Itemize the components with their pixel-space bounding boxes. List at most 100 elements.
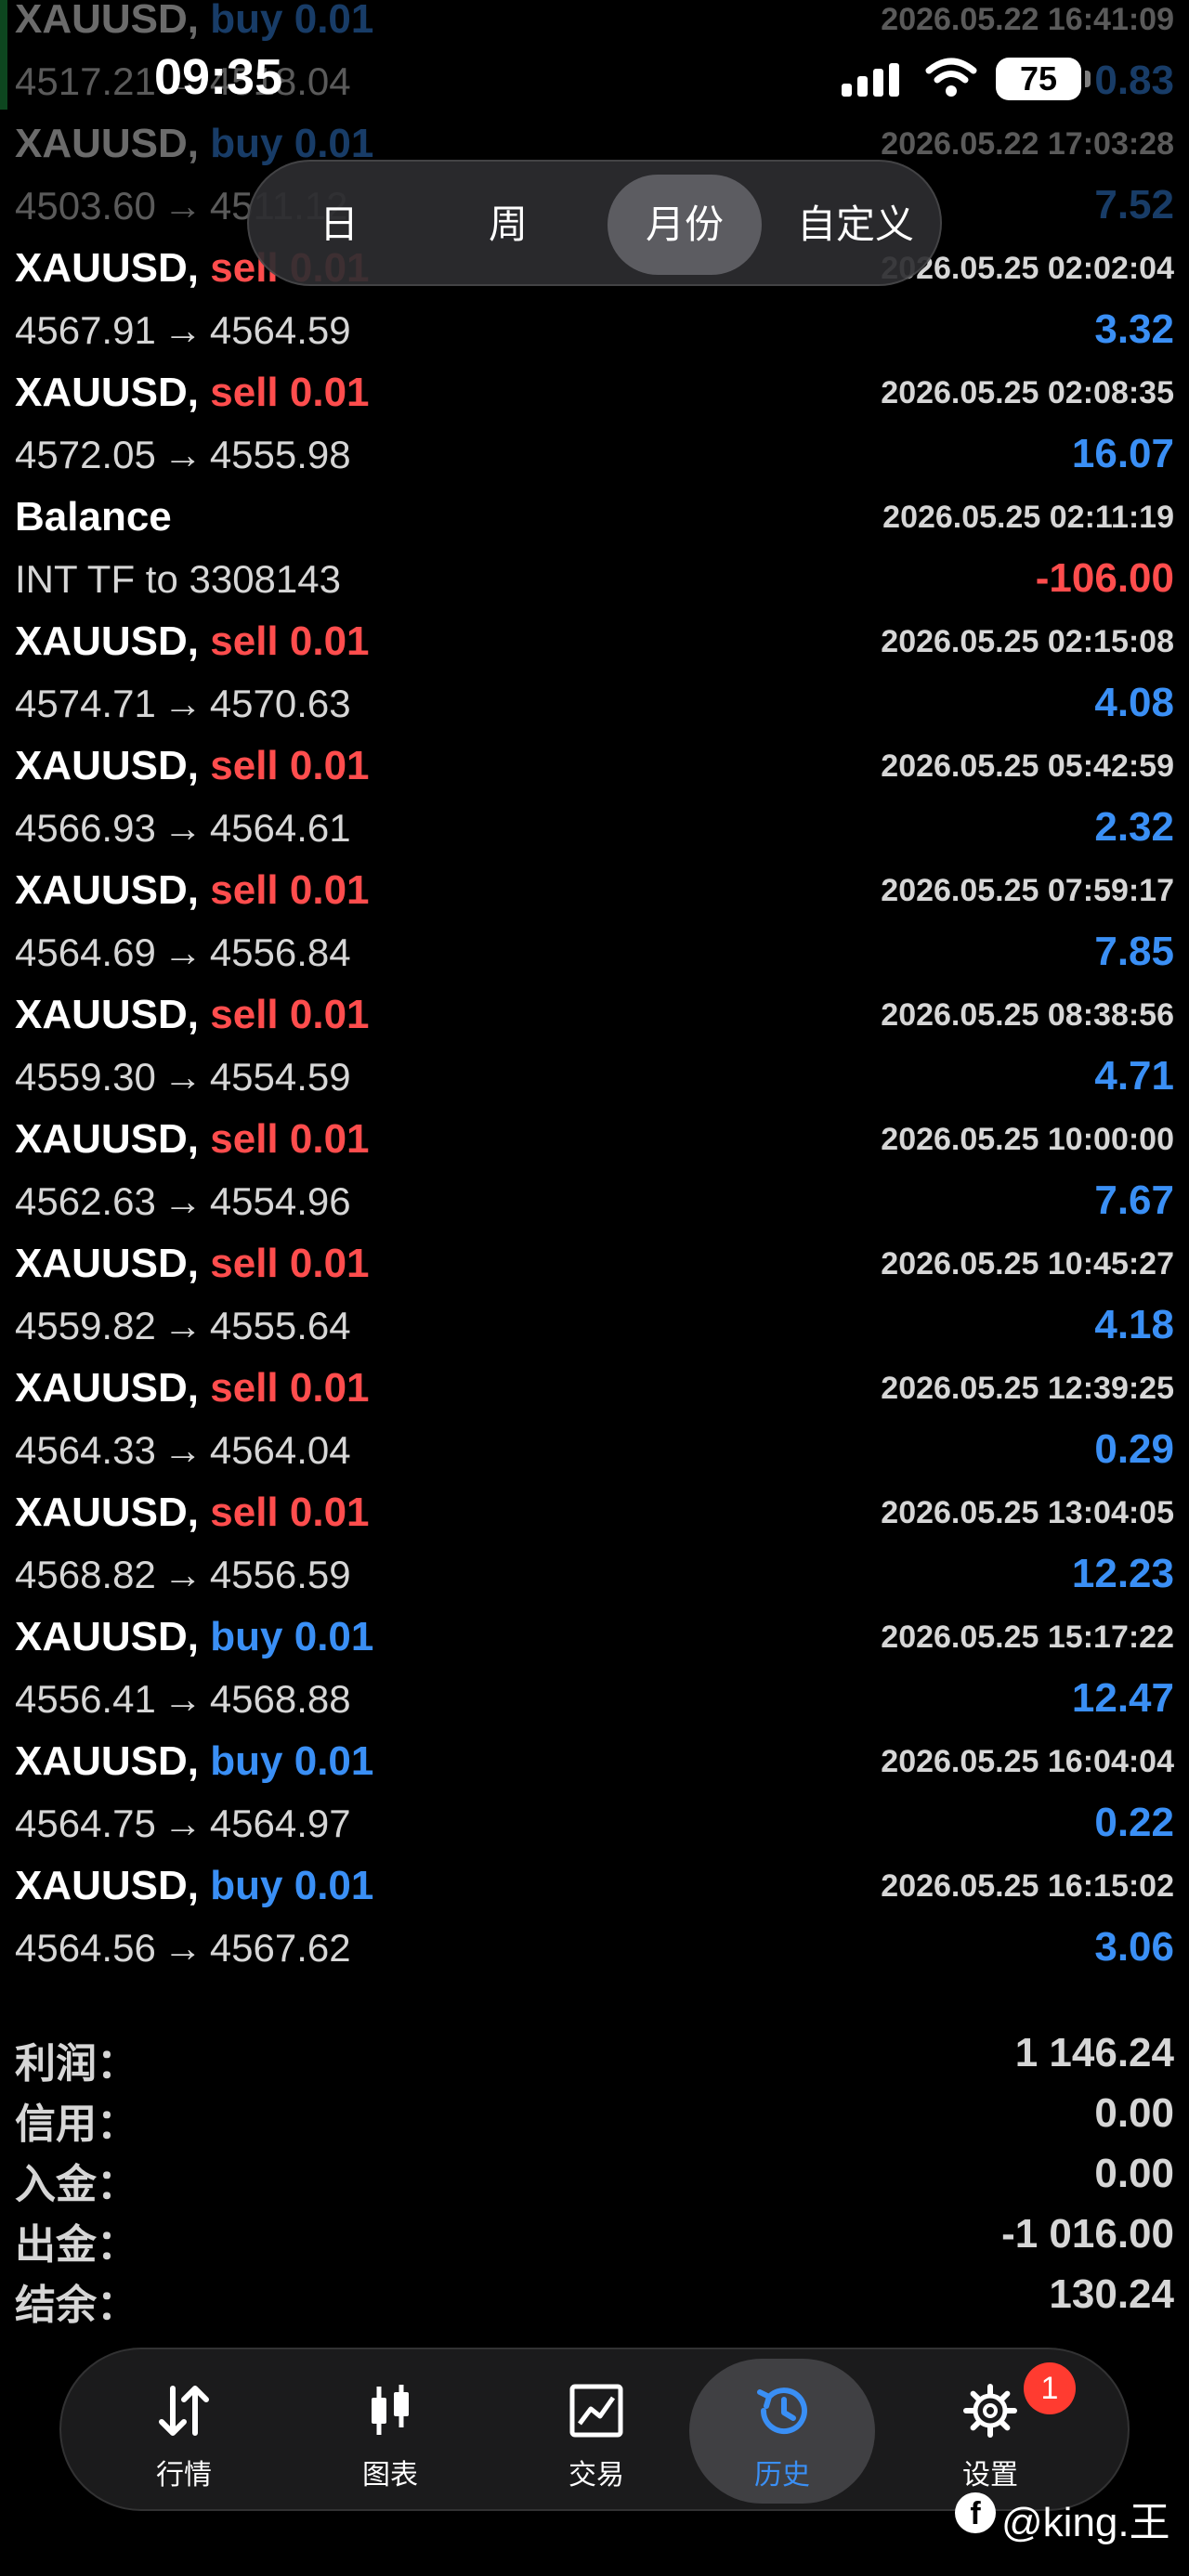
deal-side: sell <box>210 618 279 664</box>
deal-side: buy <box>210 1614 283 1659</box>
deal-row[interactable]: XAUUSD, sell 0.01 2026.05.25 05:42:59 4566… <box>0 732 1189 856</box>
deal-lot: 0.01 <box>294 1863 374 1908</box>
deal-title: XAUUSD, sell 0.01 <box>15 1241 370 1287</box>
tab-day[interactable]: 日 <box>262 175 416 275</box>
deal-symbol: XAUUSD, <box>15 370 200 415</box>
deal-prices: 4564.75 → 4564.97 <box>15 1802 351 1846</box>
deal-close-price: 4564.97 <box>209 1802 351 1845</box>
summary-balance-value: 130.24 <box>1049 2271 1174 2317</box>
deal-lot: 0.01 <box>289 743 370 788</box>
arrow-right-icon: → <box>163 806 203 850</box>
deal-profit: 7.85 <box>1094 929 1174 974</box>
quotes-arrows-icon <box>159 2386 209 2436</box>
deal-symbol: XAUUSD, <box>15 618 200 664</box>
deal-row[interactable]: XAUUSD, sell 0.01 2026.05.25 12:39:25 4564… <box>0 1354 1189 1478</box>
wifi-icon <box>925 58 977 103</box>
nav-quotes[interactable]: 行情 <box>91 2359 277 2504</box>
nav-chart-label: 图表 <box>362 2460 418 2491</box>
deal-title: XAUUSD, sell 0.01 <box>15 992 370 1038</box>
bottom-tab-bar: 行情 图表 交易 历史 设置 <box>59 2348 1130 2511</box>
deal-profit: 7.52 <box>1094 182 1174 228</box>
deal-time: 2026.05.25 05:42:59 <box>881 748 1174 784</box>
deal-prices: 4564.56 → 4567.62 <box>15 1926 351 1971</box>
deal-row[interactable]: XAUUSD, buy 0.01 2026.05.25 15:17:22 4556.… <box>0 1603 1189 1727</box>
deal-row[interactable]: XAUUSD, sell 0.01 2026.05.25 02:15:08 4574… <box>0 607 1189 732</box>
deal-row[interactable]: XAUUSD, buy 0.01 2026.05.25 16:15:02 4564.… <box>0 1852 1189 1976</box>
deal-symbol: XAUUSD, <box>15 1738 200 1784</box>
deal-row[interactable]: XAUUSD, buy 0.01 2026.05.25 16:04:04 4564.… <box>0 1727 1189 1852</box>
deal-open-price: 4559.82 <box>15 1304 156 1347</box>
deal-title: XAUUSD, buy 0.01 <box>15 1863 373 1909</box>
balance-row[interactable]: Balance 2026.05.25 02:11:19 INT TF to 3308… <box>0 483 1189 607</box>
deal-time: 2026.05.25 07:59:17 <box>881 873 1174 908</box>
arrow-right-icon: → <box>163 682 203 725</box>
nav-history[interactable]: 历史 <box>689 2359 875 2504</box>
tab-custom[interactable]: 自定义 <box>777 175 934 275</box>
summary-profit-row: 利润： 1 146.24 <box>0 2024 1189 2087</box>
deal-open-price: 4567.91 <box>15 308 156 352</box>
deal-symbol: XAUUSD, <box>15 743 200 788</box>
deal-close-price: 4564.59 <box>209 308 351 352</box>
deal-row[interactable]: XAUUSD, sell 0.01 2026.05.25 10:45:27 4559… <box>0 1229 1189 1354</box>
arrow-right-icon: → <box>163 1428 203 1472</box>
summary-profit-value: 1 146.24 <box>1014 2030 1174 2075</box>
deal-close-price: 4554.59 <box>209 1055 351 1099</box>
deal-time: 2026.05.25 15:17:22 <box>881 1620 1174 1655</box>
deal-side: sell <box>210 1241 279 1286</box>
deal-row[interactable]: XAUUSD, sell 0.01 2026.05.25 10:00:00 4562… <box>0 1105 1189 1229</box>
deal-close-price: 4554.96 <box>209 1179 351 1223</box>
nav-settings-label: 设置 <box>962 2460 1018 2491</box>
deal-profit: 7.67 <box>1094 1177 1174 1223</box>
arrow-right-icon: → <box>163 308 203 352</box>
deal-open-price: 4559.30 <box>15 1055 156 1099</box>
period-segmented-control: 日 周 月份 自定义 <box>247 160 942 286</box>
deal-list[interactable]: XAUUSD, buy 0.01 2026.05.22 16:41:09 4517.… <box>0 0 1189 1976</box>
deal-time: 2026.05.25 16:15:02 <box>881 1868 1174 1904</box>
deal-open-price: 4572.05 <box>15 433 156 476</box>
deal-open-price: 4568.82 <box>15 1553 156 1596</box>
deal-profit: 4.18 <box>1094 1302 1174 1347</box>
deal-lot: 0.01 <box>289 1241 370 1286</box>
deal-close-price: 4568.88 <box>209 1677 351 1721</box>
arrow-right-icon: → <box>163 1304 203 1347</box>
deal-time: 2026.05.25 13:04:05 <box>881 1495 1174 1530</box>
deal-row[interactable]: XAUUSD, sell 0.01 2026.05.25 08:38:56 4559… <box>0 981 1189 1105</box>
tab-month[interactable]: 月份 <box>608 175 762 275</box>
nav-trade[interactable]: 交易 <box>503 2359 689 2504</box>
arrow-right-icon: → <box>163 1055 203 1099</box>
deal-row[interactable]: XAUUSD, sell 0.01 2026.05.25 13:04:05 4568… <box>0 1478 1189 1603</box>
arrow-right-icon: → <box>163 1179 203 1223</box>
history-clock-icon <box>757 2387 807 2435</box>
deal-title: XAUUSD, sell 0.01 <box>15 370 370 416</box>
deal-close-price: 4564.04 <box>209 1428 351 1472</box>
deal-close-price: 4556.84 <box>209 930 351 974</box>
deal-title: XAUUSD, buy 0.01 <box>15 1738 373 1785</box>
candlestick-icon <box>372 2385 409 2435</box>
nav-quotes-label: 行情 <box>156 2460 212 2491</box>
nav-chart[interactable]: 图表 <box>297 2359 483 2504</box>
deal-close-price: 4567.62 <box>209 1926 351 1970</box>
history-summary: 利润： 1 146.24 信用： 0.00 入金： 0.00 出金： -1 01… <box>0 2024 1189 2328</box>
deal-open-price: 4564.33 <box>15 1428 156 1472</box>
deal-prices: 4566.93 → 4564.61 <box>15 806 351 851</box>
deal-side: sell <box>210 743 279 788</box>
deal-title: XAUUSD, sell 0.01 <box>15 867 370 914</box>
deal-profit: -106.00 <box>1035 555 1174 601</box>
deal-side: sell <box>210 867 279 913</box>
deal-prices: 4559.30 → 4554.59 <box>15 1055 351 1099</box>
arrow-right-icon: → <box>163 1553 203 1596</box>
deal-open-price: 4564.56 <box>15 1926 156 1970</box>
deal-prices: 4564.69 → 4556.84 <box>15 930 351 975</box>
deal-prices: 4568.82 → 4556.59 <box>15 1553 351 1597</box>
status-time: 09:35 <box>154 49 283 105</box>
deal-time: 2026.05.25 10:00:00 <box>881 1122 1174 1157</box>
deal-title: XAUUSD, sell 0.01 <box>15 1365 370 1412</box>
deal-open-price: 4566.93 <box>15 806 156 850</box>
deal-time: 2026.05.25 02:08:35 <box>881 375 1174 410</box>
deal-title: XAUUSD, sell 0.01 <box>15 743 370 789</box>
deal-time: 2026.05.25 10:45:27 <box>881 1246 1174 1281</box>
status-bar: 09:35 75 <box>0 0 1189 149</box>
tab-week[interactable]: 周 <box>431 175 585 275</box>
deal-row[interactable]: XAUUSD, sell 0.01 2026.05.25 02:08:35 4572… <box>0 358 1189 483</box>
deal-row[interactable]: XAUUSD, sell 0.01 2026.05.25 07:59:17 4564… <box>0 856 1189 981</box>
